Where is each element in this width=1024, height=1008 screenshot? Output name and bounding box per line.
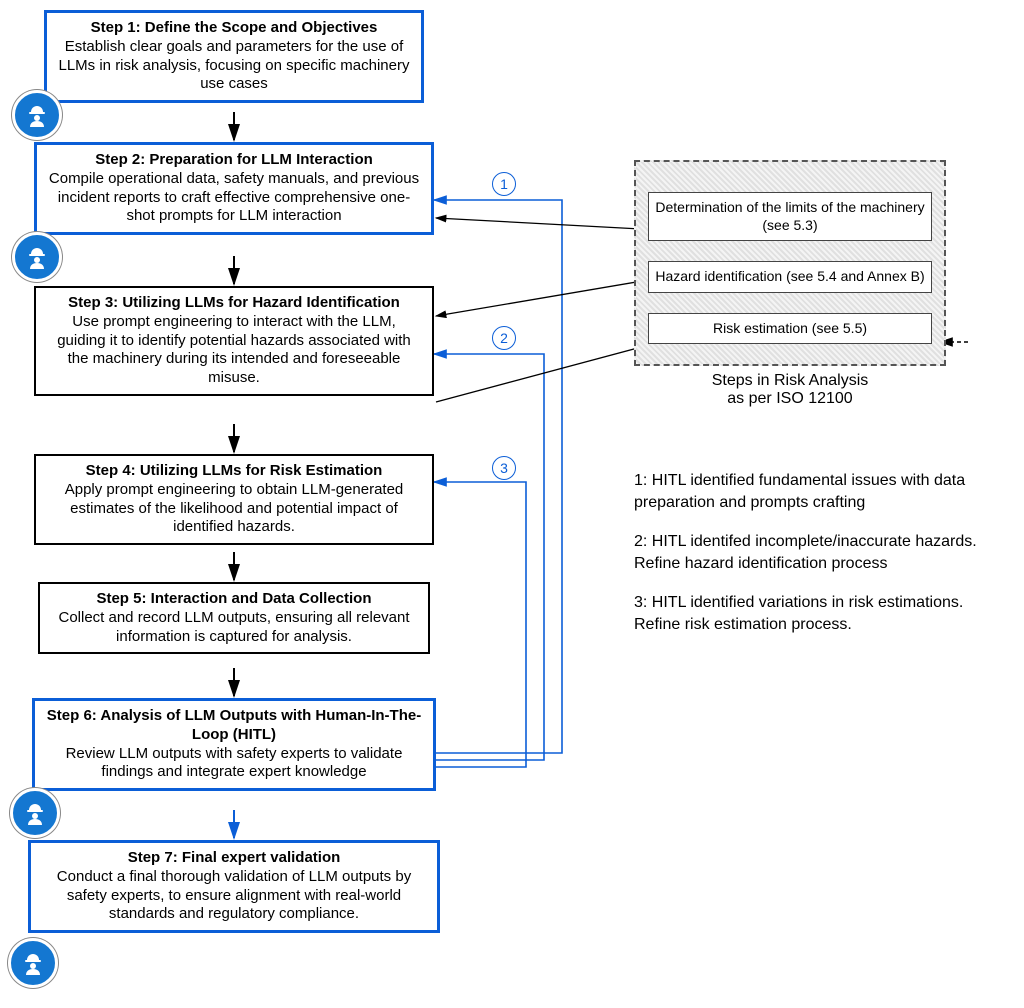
legend-entry-1: 1: HITL identified fundamental issues wi… (634, 470, 984, 513)
step-4-body: Apply prompt engineering to obtain LLM-g… (46, 481, 422, 537)
step-5-title: Step 5: Interaction and Data Collection (50, 590, 418, 609)
step-5-body: Collect and record LLM outputs, ensuring… (50, 609, 418, 647)
step-3-box: Step 3: Utilizing LLMs for Hazard Identi… (34, 286, 434, 396)
step-6-body: Review LLM outputs with safety experts t… (45, 745, 423, 783)
step-2-box: Step 2: Preparation for LLM Interaction … (34, 142, 434, 235)
step-1-title: Step 1: Define the Scope and Objectives (57, 19, 411, 38)
safety-person-icon (10, 788, 60, 838)
legend-entry-2: 2: HITL identifed incomplete/inaccurate … (634, 531, 984, 574)
step-2-title: Step 2: Preparation for LLM Interaction (47, 151, 421, 170)
step-6-title: Step 6: Analysis of LLM Outputs with Hum… (45, 707, 423, 745)
step-6-box: Step 6: Analysis of LLM Outputs with Hum… (32, 698, 436, 791)
step-4-title: Step 4: Utilizing LLMs for Risk Estimati… (46, 462, 422, 481)
step-7-title: Step 7: Final expert validation (41, 849, 427, 868)
iso-panel: Determination of the limits of the machi… (634, 160, 946, 366)
step-1-body: Establish clear goals and parameters for… (57, 38, 411, 94)
feedback-badge-3: 3 (492, 456, 516, 480)
iso-caption: Steps in Risk Analysis as per ISO 12100 (640, 372, 940, 408)
legend: 1: HITL identified fundamental issues wi… (634, 470, 984, 654)
diagram-canvas: Step 1: Define the Scope and Objectives … (0, 0, 1024, 1008)
step-4-box: Step 4: Utilizing LLMs for Risk Estimati… (34, 454, 434, 545)
step-3-title: Step 3: Utilizing LLMs for Hazard Identi… (46, 294, 422, 313)
safety-person-icon (8, 938, 58, 988)
step-2-body: Compile operational data, safety manuals… (47, 170, 421, 226)
safety-person-icon (12, 232, 62, 282)
iso-item-2: Hazard identification (see 5.4 and Annex… (648, 261, 932, 293)
step-7-body: Conduct a final thorough validation of L… (41, 868, 427, 924)
feedback-badge-1: 1 (492, 172, 516, 196)
iso-item-1: Determination of the limits of the machi… (648, 192, 932, 241)
step-7-box: Step 7: Final expert validation Conduct … (28, 840, 440, 933)
iso-caption-line2: as per ISO 12100 (727, 390, 852, 407)
safety-person-icon (12, 90, 62, 140)
step-3-body: Use prompt engineering to interact with … (46, 313, 422, 388)
step-1-box: Step 1: Define the Scope and Objectives … (44, 10, 424, 103)
feedback-badge-2: 2 (492, 326, 516, 350)
step-5-box: Step 5: Interaction and Data Collection … (38, 582, 430, 654)
iso-caption-line1: Steps in Risk Analysis (712, 372, 869, 389)
legend-entry-3: 3: HITL identified variations in risk es… (634, 592, 984, 635)
iso-item-3: Risk estimation (see 5.5) (648, 313, 932, 345)
